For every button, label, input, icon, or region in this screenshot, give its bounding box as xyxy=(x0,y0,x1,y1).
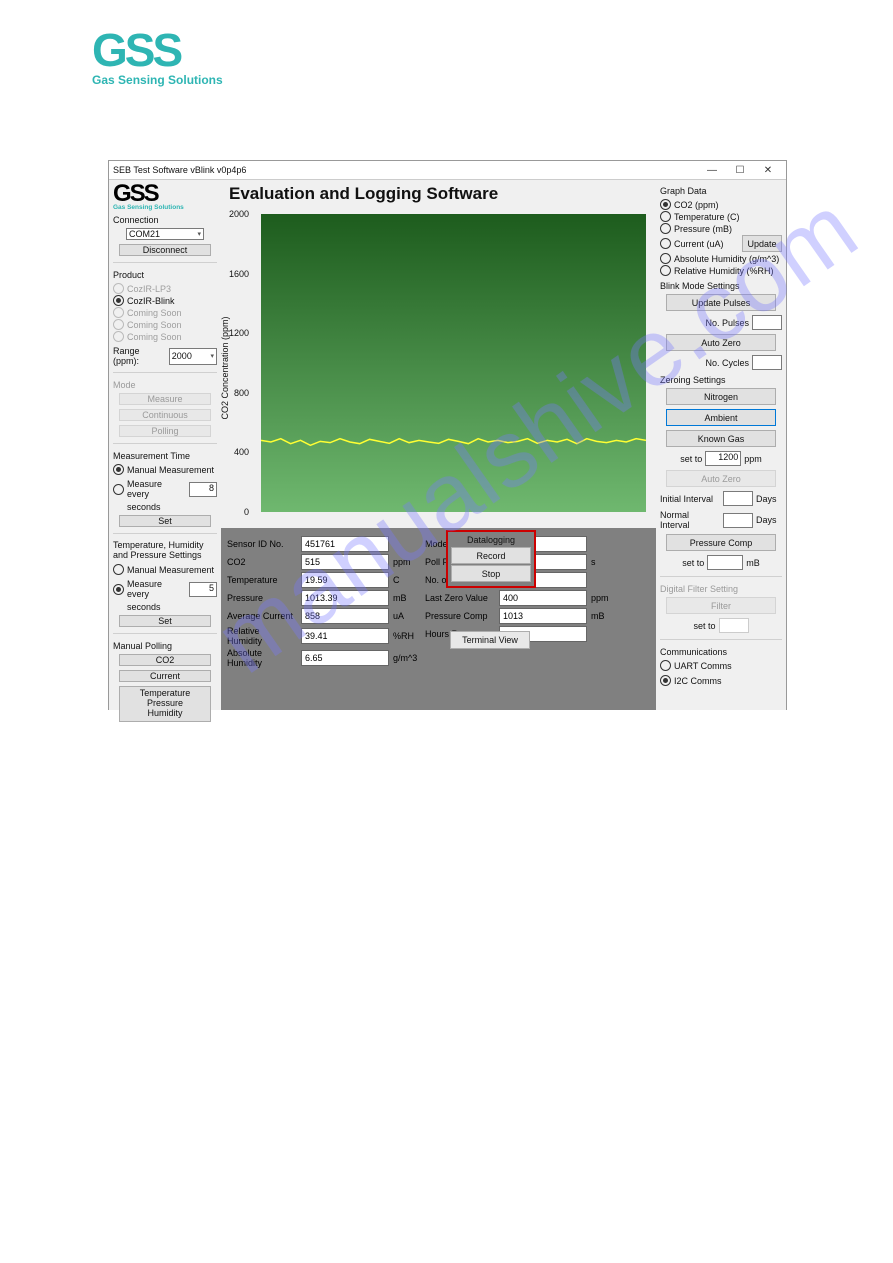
info-row: Pressure Comp1013mB xyxy=(425,608,613,624)
graph-radio-2[interactable]: Pressure (mB) xyxy=(660,223,782,234)
nitrogen-button[interactable]: Nitrogen xyxy=(666,388,776,405)
graph-radio-3[interactable]: Current (uA)Update xyxy=(660,235,782,252)
right-panel: Graph Data CO2 (ppm)Temperature (C)Press… xyxy=(656,180,786,710)
range-select[interactable]: 2000▾ xyxy=(169,348,217,365)
filter-input xyxy=(719,618,749,633)
mode-continuous-button: Continuous xyxy=(119,409,211,421)
left-panel: GSS Gas Sensing Solutions Connection COM… xyxy=(109,180,221,710)
middle-panel: Evaluation and Logging Software CO2 Conc… xyxy=(221,180,656,710)
page-logo: GSS Gas Sensing Solutions xyxy=(92,30,223,87)
info-row: CO2515ppm xyxy=(227,554,415,570)
info-row: Average Current858uA xyxy=(227,608,415,624)
record-button[interactable]: Record xyxy=(451,547,531,564)
titlebar[interactable]: SEB Test Software vBlink v0p4p6 — ☐ ✕ xyxy=(109,161,786,180)
info-value: 1013.39 xyxy=(301,590,389,606)
info-row: Relative Humidity39.41%RH xyxy=(227,626,415,646)
graph-radio-1[interactable]: Temperature (C) xyxy=(660,211,782,222)
mode-measure-button: Measure xyxy=(119,393,211,405)
info-value: 39.41 xyxy=(301,628,389,644)
connection-title: Connection xyxy=(113,215,217,225)
poll-co2-button[interactable]: CO2 xyxy=(119,654,211,666)
com-port-select[interactable]: COM21▾ xyxy=(126,228,204,240)
poll-thp-button[interactable]: Temperature Pressure Humidity xyxy=(119,686,211,722)
meas-every-input[interactable]: 8 xyxy=(189,482,217,497)
pressure-comp-button[interactable]: Pressure Comp xyxy=(666,534,776,551)
graph-data-title: Graph Data xyxy=(660,186,782,196)
poll-current-button[interactable]: Current xyxy=(119,670,211,682)
info-row: Sensor ID No.451761 xyxy=(227,536,415,552)
info-row: Temperature19.59C xyxy=(227,572,415,588)
info-value: 451761 xyxy=(301,536,389,552)
info-value: 1013 xyxy=(499,608,587,624)
known-gas-input[interactable]: 1200 xyxy=(705,451,741,466)
info-value: 6.65 xyxy=(301,650,389,666)
chart-plot: 2000 1600 1200 800 400 0 xyxy=(261,214,646,512)
known-gas-button[interactable]: Known Gas xyxy=(666,430,776,447)
update-pulses-button[interactable]: Update Pulses xyxy=(666,294,776,311)
meas-set-button[interactable]: Set xyxy=(119,515,211,527)
info-value: 858 xyxy=(301,608,389,624)
close-button[interactable]: ✕ xyxy=(754,162,782,178)
datalog-title: Datalogging xyxy=(451,535,531,545)
ambient-button[interactable]: Ambient xyxy=(666,409,776,426)
filter-title: Digital Filter Setting xyxy=(660,584,782,594)
terminal-view-button[interactable]: Terminal View xyxy=(450,631,530,649)
meas-manual-radio[interactable]: Manual Measurement xyxy=(113,464,217,475)
poll-title: Manual Polling xyxy=(113,641,217,651)
maximize-button[interactable]: ☐ xyxy=(726,162,754,178)
blink-title: Blink Mode Settings xyxy=(660,281,782,291)
product-radio-0: CozIR-LP3 xyxy=(113,283,217,294)
graph-radio-5[interactable]: Relative Humidity (%RH) xyxy=(660,265,782,276)
app-logo-small: GSS Gas Sensing Solutions xyxy=(113,184,217,211)
update-button[interactable]: Update xyxy=(742,235,782,252)
product-radio-1[interactable]: CozIR-Blink xyxy=(113,295,217,306)
meas-time-title: Measurement Time xyxy=(113,451,217,461)
thp-every-input[interactable]: 5 xyxy=(189,582,217,597)
logo-brand: GSS xyxy=(92,30,223,71)
graph-radio-4[interactable]: Absolute Humidity (g/m^3) xyxy=(660,253,782,264)
window-title: SEB Test Software vBlink v0p4p6 xyxy=(113,165,698,175)
info-value: 400 xyxy=(499,590,587,606)
meas-every-radio[interactable]: Measure every8 xyxy=(113,479,217,499)
auto-zero-button[interactable]: Auto Zero xyxy=(666,334,776,351)
info-row: Absolute Humidity6.65g/m^3 xyxy=(227,648,415,668)
thp-every-radio[interactable]: Measure every5 xyxy=(113,579,217,599)
thp-manual-radio[interactable]: Manual Measurement xyxy=(113,564,217,575)
i2c-radio[interactable]: I2C Comms xyxy=(660,675,782,686)
datalogging-box: Datalogging Record Stop xyxy=(446,530,536,588)
product-title: Product xyxy=(113,270,217,280)
pcomp-input[interactable] xyxy=(707,555,743,570)
disconnect-button[interactable]: Disconnect xyxy=(119,244,211,256)
range-row: Range (ppm): 2000▾ xyxy=(113,346,217,366)
initial-interval-input[interactable] xyxy=(723,491,753,506)
info-row: Last Zero Value400ppm xyxy=(425,590,613,606)
graph-radio-0[interactable]: CO2 (ppm) xyxy=(660,199,782,210)
info-panel: Sensor ID No.451761 CO2515ppm Temperature1… xyxy=(221,528,656,710)
uart-radio[interactable]: UART Comms xyxy=(660,660,782,671)
product-radio-3: Coming Soon xyxy=(113,319,217,330)
product-radio-4: Coming Soon xyxy=(113,331,217,342)
app-heading: Evaluation and Logging Software xyxy=(221,180,656,208)
auto-zero-button-2: Auto Zero xyxy=(666,470,776,487)
normal-interval-input[interactable] xyxy=(723,513,753,528)
minimize-button[interactable]: — xyxy=(698,162,726,178)
info-value: 515 xyxy=(301,554,389,570)
mode-polling-button: Polling xyxy=(119,425,211,437)
thp-set-button[interactable]: Set xyxy=(119,615,211,627)
no-pulses-input[interactable] xyxy=(752,315,782,330)
app-window: SEB Test Software vBlink v0p4p6 — ☐ ✕ GS… xyxy=(108,160,787,710)
filter-button: Filter xyxy=(666,597,776,614)
comms-title: Communications xyxy=(660,647,782,657)
chart-area: CO2 Concentration (ppm) 2000 1600 1200 8… xyxy=(221,208,656,528)
stop-button[interactable]: Stop xyxy=(451,565,531,582)
chart-line xyxy=(261,432,646,452)
logo-tagline: Gas Sensing Solutions xyxy=(92,73,223,87)
info-value: 19.59 xyxy=(301,572,389,588)
mode-title: Mode xyxy=(113,380,217,390)
zeroing-title: Zeroing Settings xyxy=(660,375,782,385)
no-cycles-input[interactable] xyxy=(752,355,782,370)
thp-title: Temperature, Humidity and Pressure Setti… xyxy=(113,541,217,561)
info-row: Pressure1013.39mB xyxy=(227,590,415,606)
product-radio-2: Coming Soon xyxy=(113,307,217,318)
